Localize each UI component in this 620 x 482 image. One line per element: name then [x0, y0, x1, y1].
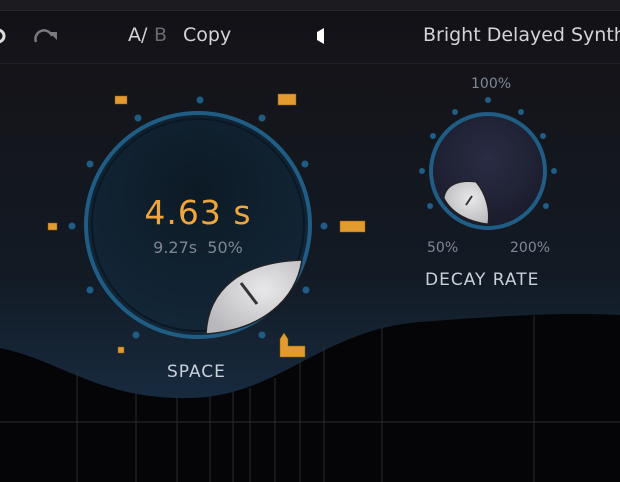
- triangle-left-icon[interactable]: [314, 27, 326, 45]
- decay-max-label: 200%: [510, 240, 551, 256]
- undo-icon[interactable]: [0, 26, 10, 46]
- ab-b-button[interactable]: B: [154, 24, 167, 46]
- space-secondary-value: 9.27s 50%: [153, 238, 243, 257]
- decay-min-label: 50%: [427, 240, 459, 256]
- decay-mid-label: 100%: [471, 76, 512, 92]
- redo-icon[interactable]: [32, 26, 60, 46]
- preset-name[interactable]: Bright Delayed Synth: [423, 24, 620, 46]
- decay-rate-knob: [429, 112, 547, 230]
- copy-button[interactable]: Copy: [183, 24, 231, 46]
- space-value: 4.63 s: [144, 193, 252, 232]
- decay-rate-label: DECAY RATE: [425, 270, 540, 290]
- window-top-bar: [0, 0, 620, 11]
- space-label: SPACE: [167, 362, 226, 382]
- ab-a-button[interactable]: A/: [128, 24, 147, 46]
